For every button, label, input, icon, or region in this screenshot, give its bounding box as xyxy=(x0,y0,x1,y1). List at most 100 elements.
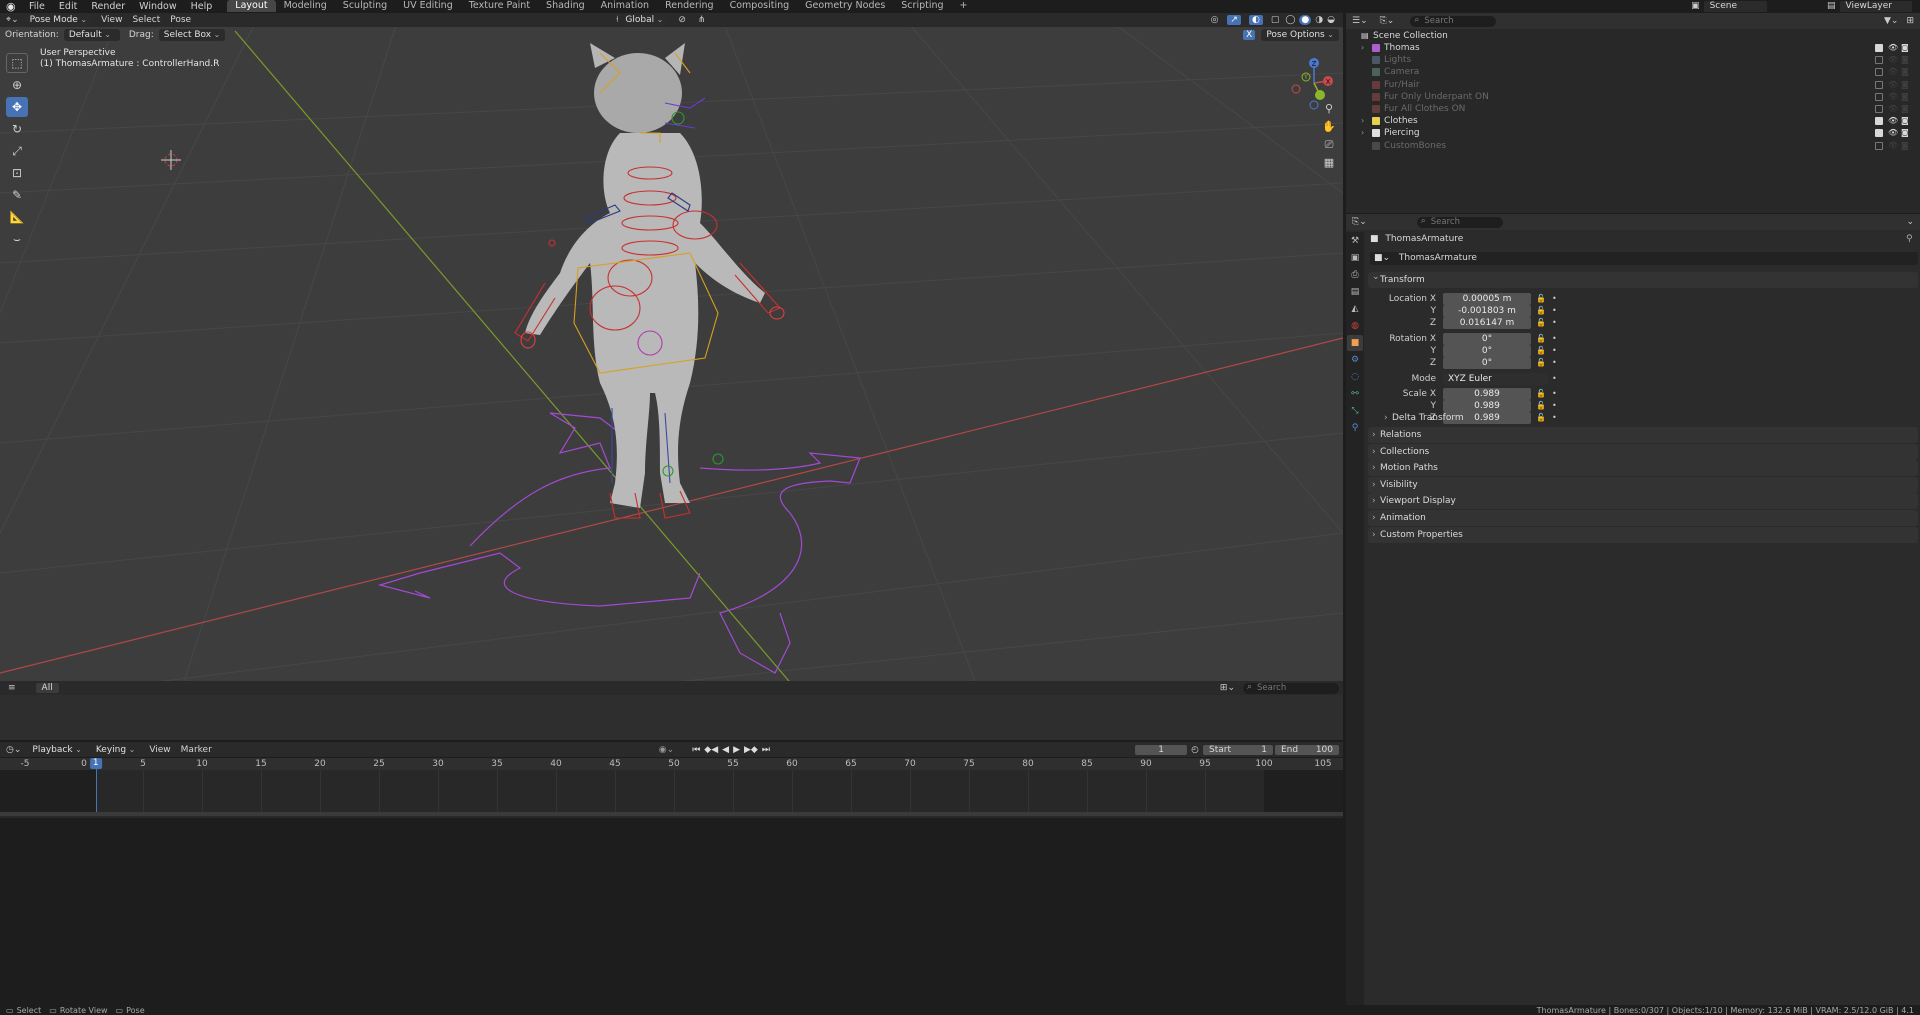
render-camera-icon[interactable]: ◙ xyxy=(1901,54,1909,66)
tab-shading[interactable]: Shading xyxy=(538,0,593,12)
gizmo-toggle-icon[interactable]: ↗ xyxy=(1227,15,1241,25)
shading-rendered-icon[interactable]: ◒ xyxy=(1327,15,1335,25)
view-layer-selector[interactable]: ViewLayer xyxy=(1839,0,1912,12)
tab-layout[interactable]: Layout xyxy=(227,0,276,12)
shading-material-icon[interactable]: ◑ xyxy=(1315,15,1323,25)
timeline-scrollbar[interactable] xyxy=(0,812,1343,816)
next-keyframe-icon[interactable]: ▶◆ xyxy=(744,745,758,755)
render-camera-icon[interactable]: ◙ xyxy=(1901,103,1909,115)
scale-tool-icon[interactable]: ⤢ xyxy=(6,141,28,161)
location-z-field[interactable]: 0.016147 m xyxy=(1443,317,1531,329)
keyframe-rotation-y-icon[interactable]: • xyxy=(1552,346,1557,355)
tab-texture-paint[interactable]: Texture Paint xyxy=(461,0,538,12)
panel-header-viewport-display[interactable]: Viewport Display xyxy=(1368,493,1918,510)
keyframe-mode-icon[interactable]: • xyxy=(1552,374,1557,383)
rotation-x-field[interactable]: 0° xyxy=(1443,333,1531,345)
keyframe-scale-x-icon[interactable]: • xyxy=(1552,389,1557,398)
mirror-x-icon[interactable]: X xyxy=(1243,30,1256,40)
render-camera-icon[interactable]: ◙ xyxy=(1901,79,1909,91)
cursor-tool-icon[interactable]: ⊕ xyxy=(6,75,28,95)
eye-icon[interactable]: 👁 xyxy=(1888,140,1898,152)
playhead-frame-label[interactable]: 1 xyxy=(89,758,102,769)
panel-header-custom-properties[interactable]: Custom Properties xyxy=(1368,526,1918,543)
add-workspace-button[interactable]: + xyxy=(952,0,976,12)
exclude-checkbox[interactable] xyxy=(1875,141,1883,150)
exclude-checkbox[interactable] xyxy=(1875,44,1883,52)
eye-icon[interactable]: 👁 xyxy=(1888,103,1898,115)
eye-icon[interactable]: 👁 xyxy=(1888,54,1898,66)
expand-arrow-icon[interactable]: › xyxy=(1361,127,1364,139)
eye-icon[interactable]: 👁 xyxy=(1888,79,1898,91)
menu-help[interactable]: Help xyxy=(184,1,220,12)
pivot-icon[interactable]: ⊘ xyxy=(678,15,686,25)
exclude-checkbox[interactable] xyxy=(1875,56,1883,65)
transform-tool-icon[interactable]: ⊡ xyxy=(6,163,28,183)
end-frame-field[interactable]: End 100 xyxy=(1275,744,1339,755)
render-camera-icon[interactable]: ◙ xyxy=(1901,66,1909,78)
viewport-scene[interactable] xyxy=(0,13,1343,694)
keying-menu[interactable]: Keying xyxy=(91,744,140,756)
snap-icon[interactable]: ⋔ xyxy=(698,15,706,25)
tab-scripting[interactable]: Scripting xyxy=(893,0,951,12)
timeline[interactable]: -5 0 5 10 15 20 25 30 35 40 45 50 55 60 65 70 75 80 85 90 95… xyxy=(0,758,1343,818)
properties-options-icon[interactable]: ⌄ xyxy=(1906,217,1914,227)
tab-sculpting[interactable]: Sculpting xyxy=(335,0,395,12)
panel-header-motion-paths[interactable]: Motion Paths xyxy=(1368,460,1918,477)
eye-icon[interactable]: 👁 xyxy=(1888,127,1898,139)
tab-animation[interactable]: Animation xyxy=(593,0,657,12)
jump-end-icon[interactable]: ⏭ xyxy=(762,745,770,755)
zoom-icon[interactable]: ⚲ xyxy=(1321,101,1337,117)
panel-header-visibility[interactable]: Visibility xyxy=(1368,476,1918,493)
scene-selector[interactable]: Scene xyxy=(1703,0,1768,12)
prev-keyframe-icon[interactable]: ◆◀ xyxy=(704,745,718,755)
lock-scale-x-icon[interactable]: 🔓 xyxy=(1536,389,1546,398)
expand-arrow-icon[interactable]: › xyxy=(1361,42,1364,54)
measure-tool-icon[interactable]: 📐 xyxy=(6,207,28,227)
orientation-selector[interactable]: Default xyxy=(63,29,120,41)
location-y-field[interactable]: -0.001803 m xyxy=(1443,305,1531,317)
properties-search-input[interactable]: Search xyxy=(1416,216,1503,228)
exclude-checkbox[interactable] xyxy=(1875,80,1883,89)
display-mode-icon[interactable]: ⎘⌄ xyxy=(1374,16,1401,26)
move-tool-icon[interactable]: ✥ xyxy=(6,97,28,117)
select-box-tool-icon[interactable]: ⬚ xyxy=(6,53,28,73)
render-camera-icon[interactable]: ◙ xyxy=(1901,91,1909,103)
outliner-row[interactable]: › Thomas 👁 ◙ xyxy=(1346,42,1920,54)
outliner-row[interactable]: Lights 👁 ◙ xyxy=(1346,54,1920,66)
rotation-z-field[interactable]: 0° xyxy=(1443,357,1531,369)
panel-header-relations[interactable]: Relations xyxy=(1368,427,1918,443)
transform-panel-header[interactable]: Transform xyxy=(1368,269,1918,288)
delta-transform-header[interactable]: Delta Transform xyxy=(1380,410,1918,426)
menu-edit[interactable]: Edit xyxy=(52,1,84,12)
outliner-editor-icon[interactable]: ☰⌄ xyxy=(1346,16,1374,26)
pan-hand-icon[interactable]: ✋ xyxy=(1321,119,1337,135)
exclude-checkbox[interactable] xyxy=(1875,129,1883,138)
tab-compositing[interactable]: Compositing xyxy=(722,0,798,12)
3d-viewport[interactable]: ⌖⌄ Pose Mode View Select Pose ⍿ Global ⊘… xyxy=(0,13,1343,694)
eye-icon[interactable]: 👁 xyxy=(1888,66,1898,78)
properties-editor-icon[interactable]: ⎘⌄ xyxy=(1346,217,1373,227)
3d-cursor-icon[interactable] xyxy=(161,150,181,170)
character-model[interactable] xyxy=(525,43,765,508)
rotation-y-field[interactable]: 0° xyxy=(1443,345,1531,357)
overlays-icon[interactable]: ◐ xyxy=(1248,15,1263,25)
lock-location-x-icon[interactable]: 🔓 xyxy=(1536,294,1546,303)
exclude-checkbox[interactable] xyxy=(1875,117,1883,126)
pose-options-dropdown[interactable]: Pose Options xyxy=(1261,29,1339,41)
render-tab-icon[interactable]: ▣ xyxy=(1347,250,1363,266)
rotate-tool-icon[interactable]: ↻ xyxy=(6,119,28,139)
filter-all-tab[interactable]: All xyxy=(35,683,59,693)
start-frame-field[interactable]: Start 1 xyxy=(1203,744,1273,755)
display-mode-icon[interactable]: ⊞⌄ xyxy=(1220,683,1235,693)
menu-window[interactable]: Window xyxy=(132,1,183,12)
world-tab-icon[interactable]: ◍ xyxy=(1347,318,1363,334)
annotate-tool-icon[interactable]: ✎ xyxy=(6,185,28,205)
mode-selector[interactable]: Pose Mode xyxy=(24,14,93,26)
keyframe-rotation-z-icon[interactable]: • xyxy=(1552,358,1557,367)
ortho-grid-icon[interactable]: ▦ xyxy=(1321,155,1337,171)
render-camera-icon[interactable]: ◙ xyxy=(1901,127,1909,139)
lower-editor-area[interactable] xyxy=(0,695,1343,740)
shading-wireframe-icon[interactable]: ◯ xyxy=(1285,15,1295,25)
menu-render[interactable]: Render xyxy=(84,1,132,12)
relax-pose-tool-icon[interactable]: ⌣ xyxy=(6,229,28,249)
